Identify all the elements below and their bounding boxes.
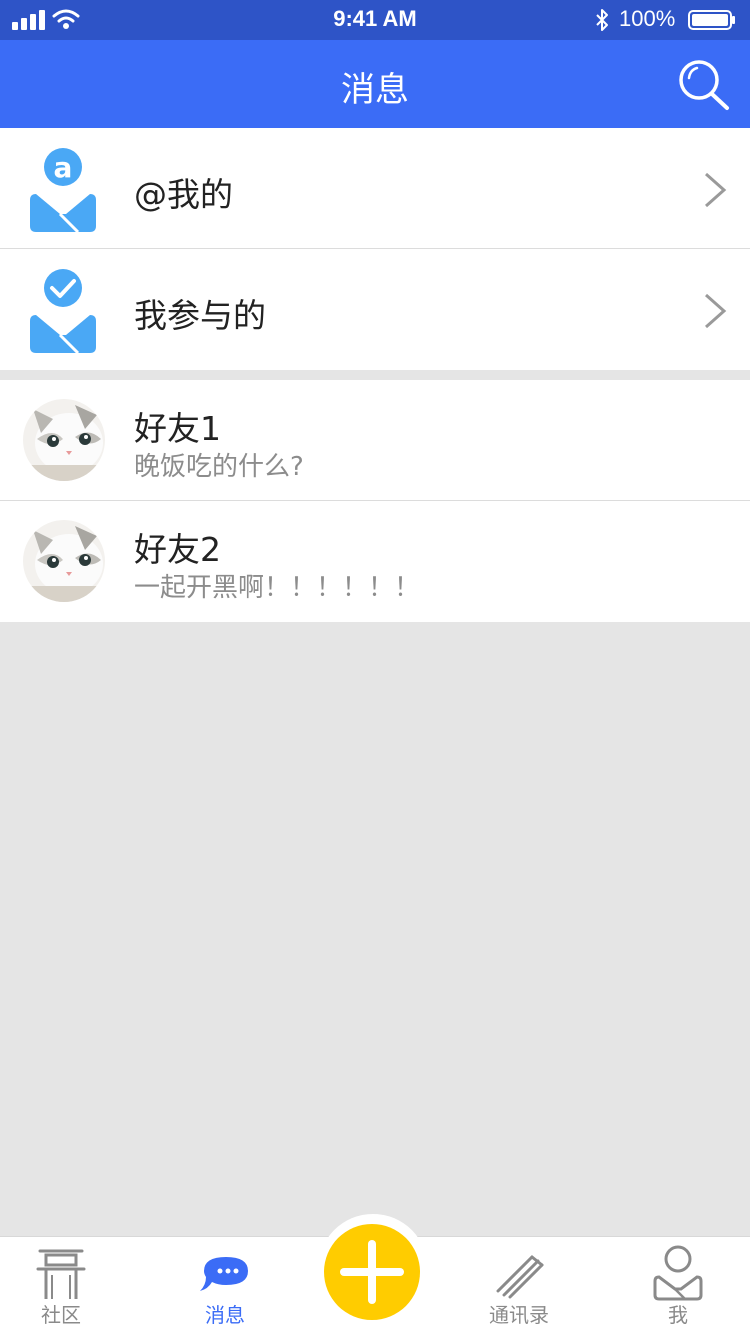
tab-me[interactable]: 我 [618, 1237, 738, 1334]
entry-list: a @我的 我参与的 [0, 128, 750, 370]
navigation-bar: 消息 [0, 40, 750, 128]
chat-bubble-icon [200, 1257, 248, 1291]
friend-last-message: 晚饭吃的什么? [134, 452, 304, 482]
user-icon [653, 1245, 703, 1301]
friend-name: 好友2 [134, 530, 221, 569]
mentions-label: @我的 [134, 175, 233, 214]
chevron-right-icon [705, 172, 727, 208]
tab-community[interactable]: 社区 [1, 1237, 121, 1334]
status-bar: 9:41 AM 100% [0, 0, 750, 40]
conversation-list: 好友1 晚饭吃的什么? 好友2 一起开黑啊！！！！！！ [0, 380, 750, 622]
tab-label: 消息 [205, 1303, 245, 1327]
pavilion-icon [36, 1249, 86, 1299]
plus-icon [340, 1240, 404, 1304]
add-button[interactable] [324, 1224, 420, 1320]
page-title: 消息 [341, 70, 409, 110]
chevron-right-icon [705, 293, 727, 329]
conversation-item[interactable]: 好友2 一起开黑啊！！！！！！ [0, 501, 750, 622]
friend-name: 好友1 [134, 409, 221, 448]
battery-icon [688, 10, 735, 30]
participated-entry[interactable]: 我参与的 [0, 249, 750, 370]
avatar [23, 520, 105, 602]
check-user-icon [30, 269, 96, 353]
contacts-book-icon [496, 1255, 544, 1299]
cat-avatar-icon [23, 520, 105, 602]
tab-label: 我 [668, 1303, 688, 1327]
tab-label: 通讯录 [489, 1303, 549, 1327]
at-mention-user-icon: a [30, 148, 96, 232]
tab-messages[interactable]: 消息 [165, 1237, 285, 1334]
battery-percentage: 100% [619, 6, 676, 31]
tab-label: 社区 [41, 1303, 81, 1327]
mentions-entry[interactable]: a @我的 [0, 128, 750, 249]
friend-last-message: 一起开黑啊！！！！！！ [134, 573, 421, 603]
tab-contacts[interactable]: 通讯录 [459, 1237, 579, 1334]
conversation-item[interactable]: 好友1 晚饭吃的什么? [0, 380, 750, 501]
participated-label: 我参与的 [134, 296, 266, 335]
svg-text:a: a [54, 151, 73, 184]
bluetooth-icon [596, 9, 608, 31]
search-icon[interactable] [676, 58, 732, 112]
cat-avatar-icon [23, 399, 105, 481]
avatar [23, 399, 105, 481]
